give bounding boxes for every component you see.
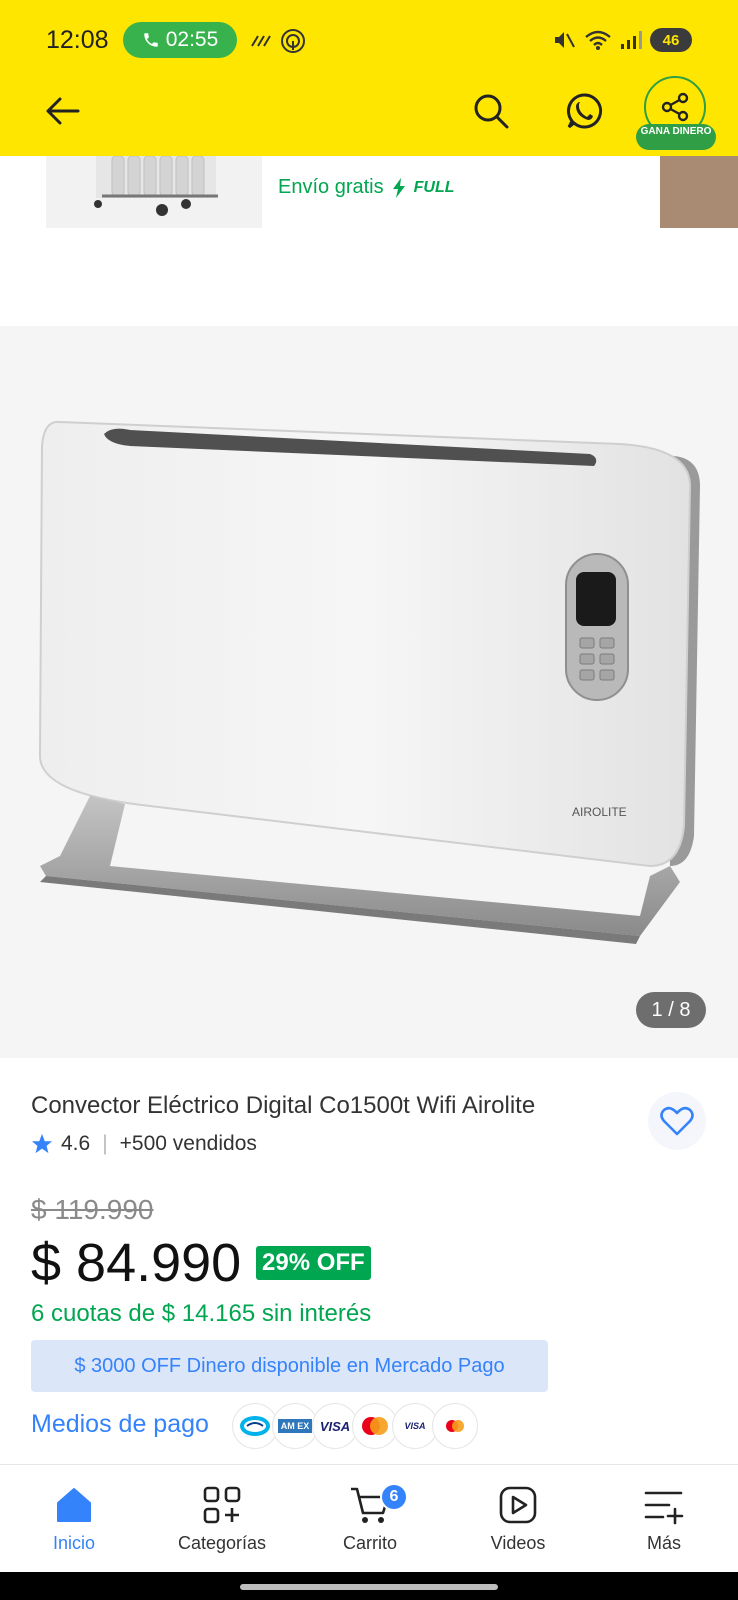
visa-text: VISA bbox=[319, 1418, 351, 1434]
nfc-icon bbox=[281, 29, 305, 53]
amex-text: AM EX bbox=[277, 1419, 313, 1433]
payment-methods-icons[interactable]: AM EX VISA VISA bbox=[232, 1403, 478, 1449]
tab-label: Videos bbox=[490, 1532, 546, 1553]
current-price: $ 84.990 bbox=[31, 1233, 242, 1293]
tab-label: Categorías bbox=[177, 1532, 267, 1553]
cell-signal-icon bbox=[621, 31, 642, 49]
brand-logo: AIROLITE bbox=[572, 805, 627, 819]
product-title: Convector Eléctrico Digital Co1500t Wifi… bbox=[31, 1092, 536, 1119]
gana-dinero-badge[interactable]: GANA DINERO bbox=[636, 124, 716, 150]
tab-mas[interactable]: Más bbox=[590, 1465, 738, 1573]
installments-info[interactable]: 6 cuotas de $ 14.165 sin interés bbox=[31, 1300, 371, 1328]
notification-icons bbox=[250, 28, 306, 54]
system-navigation-bar bbox=[0, 1572, 738, 1600]
share-icon bbox=[661, 92, 689, 122]
tab-categorias[interactable]: Categorías bbox=[148, 1465, 296, 1573]
tab-videos[interactable]: Videos bbox=[444, 1465, 592, 1573]
product-image-gallery[interactable]: AIROLITE 1 / 8 bbox=[0, 326, 738, 1058]
tab-inicio[interactable]: Inicio bbox=[0, 1465, 148, 1573]
wifi-icon bbox=[585, 30, 611, 50]
status-bar: 12:08 02:55 46 bbox=[0, 22, 738, 62]
tab-label: Carrito bbox=[342, 1532, 397, 1553]
visa-debit-text: VISA bbox=[404, 1421, 426, 1431]
free-shipping-text: Envío gratis bbox=[278, 176, 384, 198]
product-image-convector: AIROLITE bbox=[38, 420, 700, 944]
tab-carrito[interactable]: Carrito 6 bbox=[296, 1465, 444, 1573]
tab-label: Inicio bbox=[52, 1532, 96, 1553]
recommendation-thumbnail-next[interactable] bbox=[660, 156, 738, 228]
cart-count-badge: 6 bbox=[380, 1483, 408, 1511]
original-price: $ 119.990 bbox=[31, 1194, 154, 1225]
star-icon bbox=[31, 1133, 53, 1154]
ongoing-call-pill[interactable]: 02:55 bbox=[123, 22, 237, 58]
lightning-icon bbox=[392, 177, 405, 198]
favorite-button[interactable] bbox=[648, 1092, 706, 1150]
battery-indicator: 46 bbox=[650, 28, 692, 52]
whatsapp-share-button[interactable] bbox=[562, 88, 608, 134]
home-icon bbox=[57, 1487, 91, 1522]
mercadopago-promo-banner[interactable]: $ 3000 OFF Dinero disponible en Mercado … bbox=[31, 1340, 548, 1392]
menu-add-icon bbox=[644, 1491, 684, 1524]
whatsapp-icon bbox=[567, 93, 603, 129]
payment-methods-link[interactable]: Medios de pago bbox=[31, 1410, 209, 1439]
status-time: 12:08 bbox=[46, 26, 109, 54]
categories-grid-icon bbox=[203, 1486, 241, 1523]
oil-heater-image bbox=[94, 156, 218, 216]
navigation-bar: GANA DINERO bbox=[0, 76, 738, 150]
app-header: 12:08 02:55 46 GANA DINERO bbox=[0, 0, 738, 156]
recommendation-thumbnail[interactable] bbox=[46, 156, 262, 228]
bottom-tab-bar: Inicio Categorías Carrito 6 Videos Más bbox=[0, 1464, 738, 1572]
search-icon bbox=[474, 94, 509, 129]
maestro-icon bbox=[432, 1403, 478, 1449]
recommendation-card[interactable]: Envío gratis FULL bbox=[0, 156, 738, 228]
discount-badge: 29% OFF bbox=[256, 1246, 371, 1280]
full-badge: FULL bbox=[413, 178, 455, 196]
free-shipping-label: Envío gratis FULL bbox=[278, 176, 454, 199]
signal-stripes-icon bbox=[251, 35, 271, 47]
system-status-icons: 46 bbox=[552, 28, 692, 52]
heart-icon bbox=[660, 1106, 694, 1136]
sold-count: +500 vendidos bbox=[119, 1132, 257, 1155]
play-video-icon bbox=[499, 1486, 537, 1523]
mute-icon bbox=[555, 32, 575, 48]
arrow-left-icon bbox=[46, 97, 80, 125]
tab-label: Más bbox=[646, 1532, 681, 1553]
home-indicator[interactable] bbox=[240, 1584, 498, 1590]
rating-row[interactable]: 4.6 | +500 vendidos bbox=[31, 1132, 257, 1156]
rating-divider: | bbox=[102, 1132, 108, 1155]
rating-value: 4.6 bbox=[61, 1132, 91, 1155]
image-counter: 1 / 8 bbox=[636, 992, 706, 1028]
back-button[interactable] bbox=[40, 88, 86, 134]
search-button[interactable] bbox=[468, 88, 514, 134]
phone-icon bbox=[143, 33, 158, 47]
call-timer: 02:55 bbox=[165, 28, 219, 51]
